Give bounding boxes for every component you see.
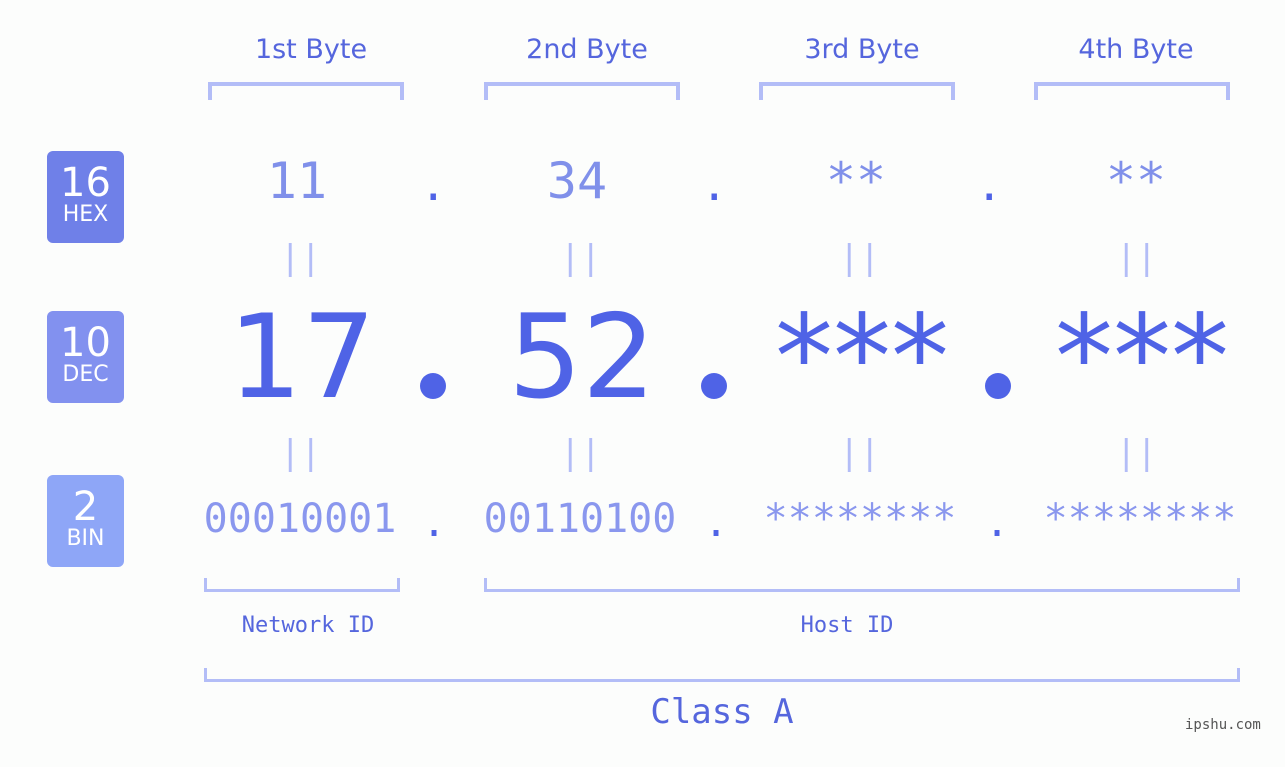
- dec-badge: 10 DEC: [47, 311, 124, 403]
- byte-bracket-1: [208, 82, 404, 100]
- bin-byte-3: ********: [763, 496, 957, 542]
- watermark: ipshu.com: [1185, 717, 1261, 733]
- byte-bracket-4: [1034, 82, 1230, 100]
- dec-byte-1: 17: [228, 290, 376, 425]
- class-bracket: [204, 668, 1240, 682]
- hex-dot-2: .: [701, 160, 728, 211]
- hex-base: 16: [60, 160, 111, 206]
- network-id-bracket: [204, 578, 400, 592]
- dec-byte-3: ***: [775, 290, 949, 425]
- bin-base: 2: [72, 484, 99, 530]
- byte-bracket-3: [759, 82, 955, 100]
- dec-dot-3: [985, 373, 1011, 399]
- bin-byte-4: ********: [1043, 496, 1237, 542]
- equals-sign: ||: [839, 433, 880, 473]
- equals-sign: ||: [560, 238, 601, 278]
- hex-dot-3: .: [976, 160, 1003, 211]
- class-label: Class A: [650, 692, 794, 732]
- byte-header-2: 2nd Byte: [526, 34, 648, 65]
- hex-badge: 16 HEX: [47, 151, 124, 243]
- equals-sign: ||: [1116, 433, 1157, 473]
- hex-label: HEX: [62, 202, 109, 227]
- dec-byte-4: ***: [1055, 290, 1229, 425]
- bin-badge: 2 BIN: [47, 475, 124, 567]
- equals-sign: ||: [280, 433, 321, 473]
- bin-label: BIN: [66, 526, 105, 551]
- hex-byte-1: 11: [266, 152, 328, 210]
- equals-sign: ||: [839, 238, 880, 278]
- byte-bracket-2: [484, 82, 680, 100]
- bin-dot-2: .: [704, 500, 729, 546]
- byte-header-1: 1st Byte: [254, 34, 368, 65]
- byte-header-4: 4th Byte: [1078, 34, 1194, 65]
- equals-sign: ||: [280, 238, 321, 278]
- equals-sign: ||: [1116, 238, 1157, 278]
- host-id-bracket: [484, 578, 1240, 592]
- dec-dot-1: [420, 373, 446, 399]
- dec-dot-2: [701, 373, 727, 399]
- hex-byte-2: 34: [546, 152, 608, 210]
- dec-label: DEC: [62, 362, 109, 387]
- bin-byte-1: 00010001: [203, 496, 397, 542]
- host-id-label: Host ID: [800, 613, 894, 638]
- network-id-label: Network ID: [241, 613, 375, 638]
- bin-byte-2: 00110100: [483, 496, 677, 542]
- hex-byte-4: **: [1105, 152, 1167, 210]
- bin-dot-1: .: [422, 500, 447, 546]
- equals-sign: ||: [560, 433, 601, 473]
- dec-base: 10: [60, 320, 111, 366]
- hex-dot-1: .: [420, 160, 447, 211]
- hex-byte-3: **: [825, 152, 887, 210]
- bin-dot-3: .: [985, 500, 1010, 546]
- dec-byte-2: 52: [508, 290, 656, 425]
- byte-header-3: 3rd Byte: [804, 34, 920, 65]
